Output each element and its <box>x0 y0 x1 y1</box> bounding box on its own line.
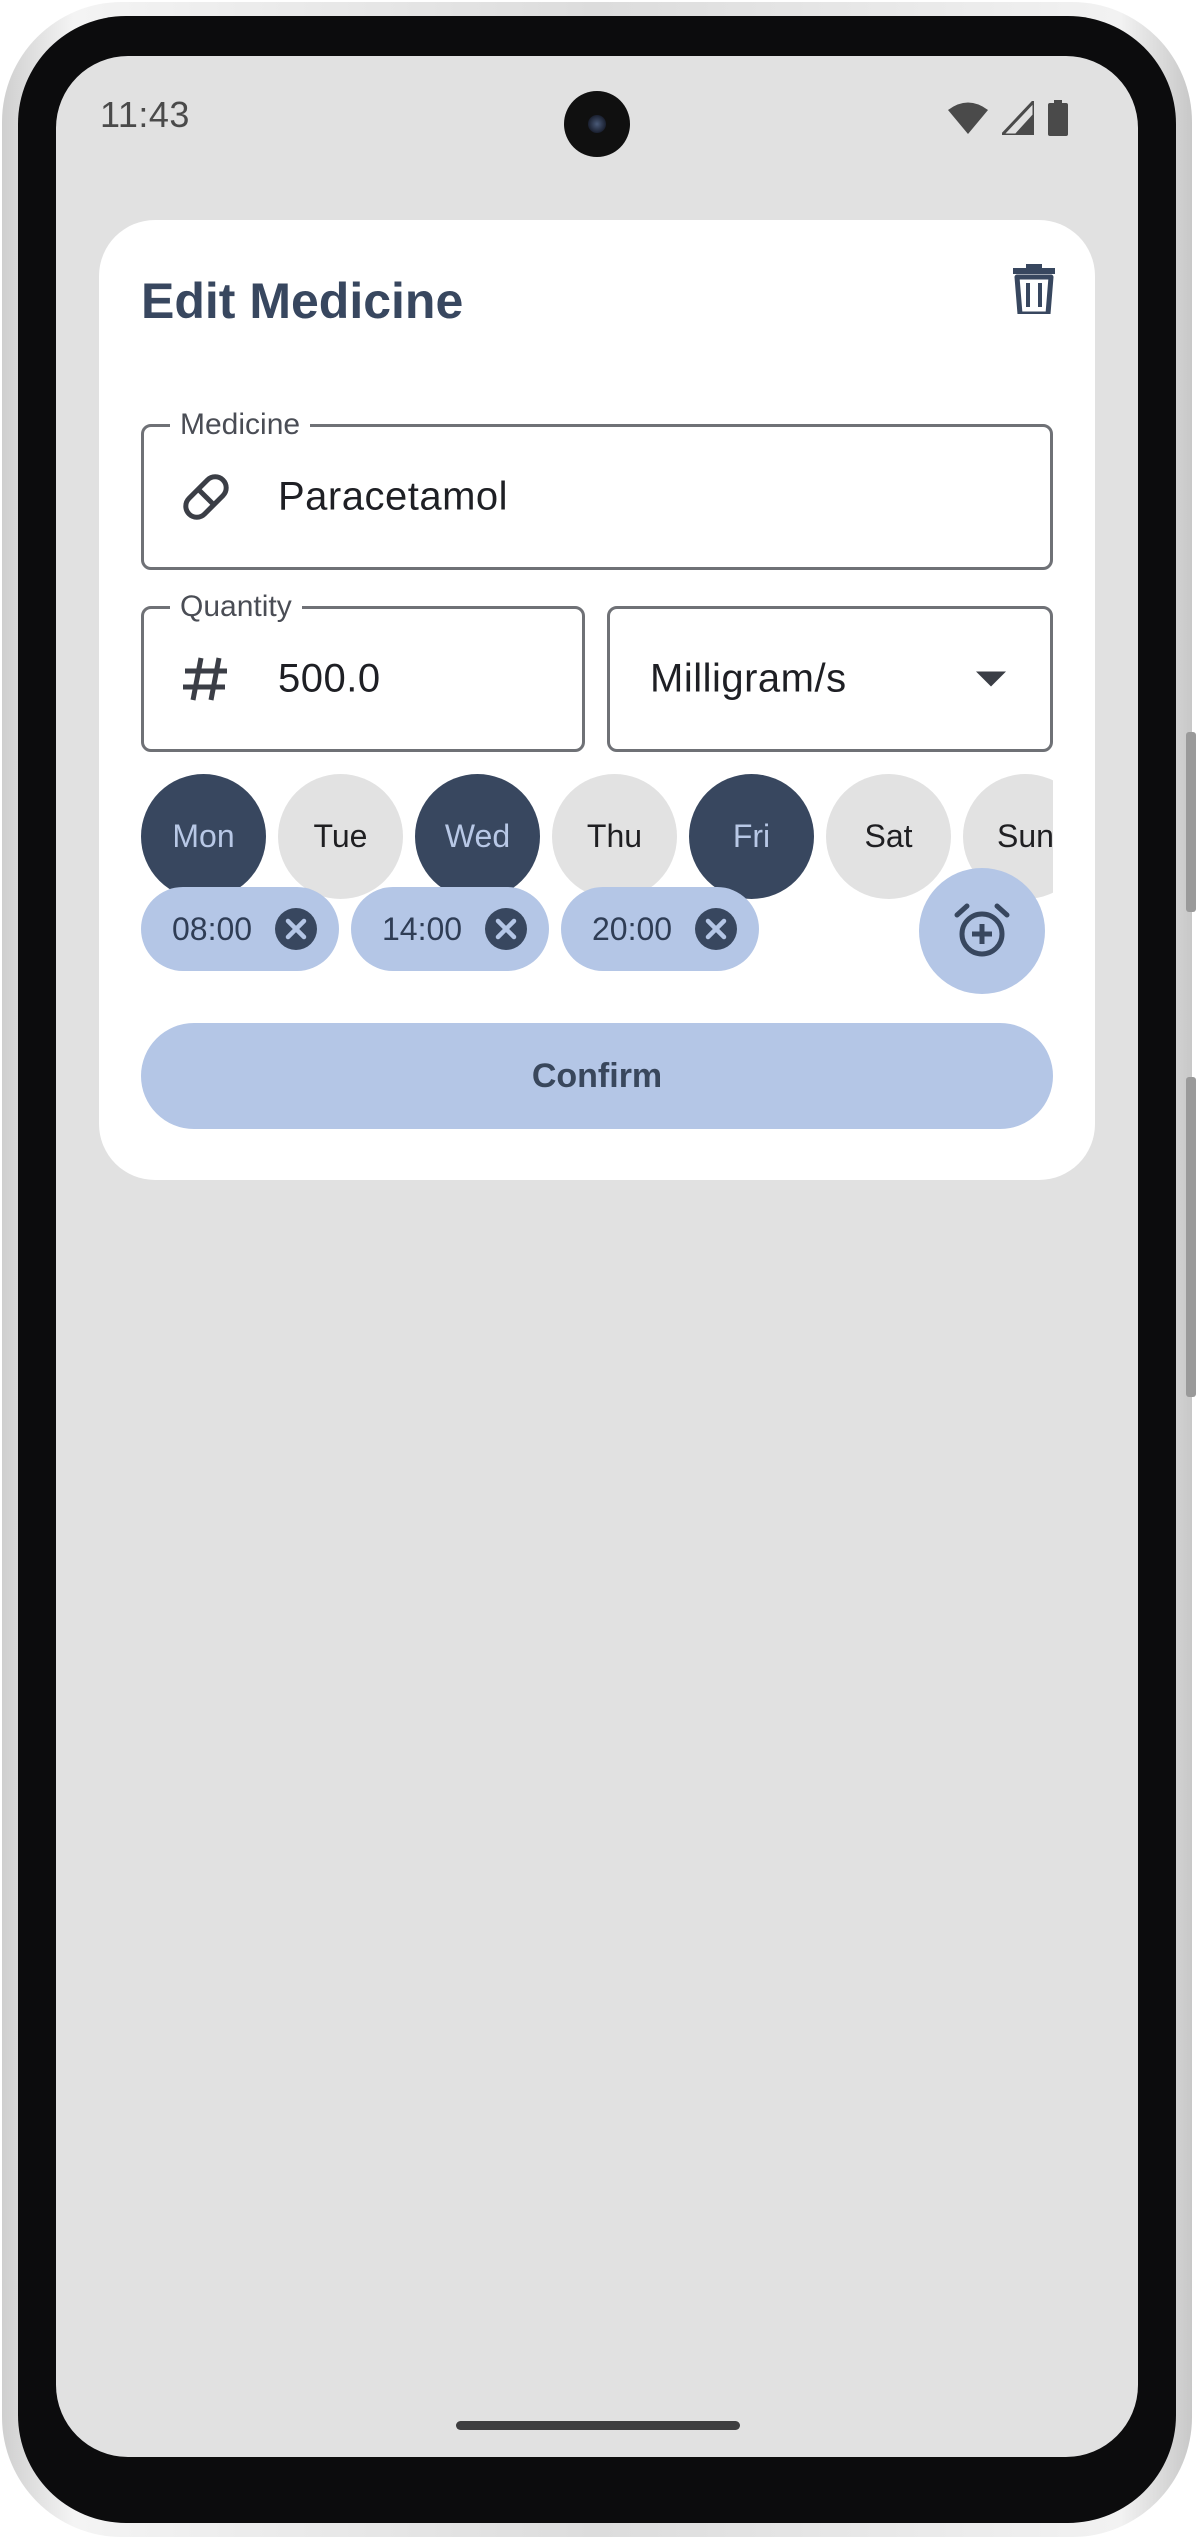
volume-button <box>1186 1077 1196 1397</box>
add-alarm-button[interactable] <box>919 868 1045 994</box>
status-icons <box>948 100 1068 136</box>
front-camera <box>564 91 630 157</box>
battery-icon <box>1048 100 1068 136</box>
remove-time-icon[interactable] <box>275 908 317 950</box>
time-chips: 08:00 14:00 20:00 <box>141 887 759 973</box>
remove-time-icon[interactable] <box>485 908 527 950</box>
time-chip: 14:00 <box>351 887 549 971</box>
quantity-input[interactable]: 500.0 <box>278 657 381 702</box>
pill-icon <box>176 467 236 527</box>
home-indicator[interactable] <box>456 2421 740 2430</box>
hash-icon <box>176 649 236 709</box>
day-chip-tue[interactable]: Tue <box>278 774 403 899</box>
camera-lens <box>588 115 606 133</box>
quantity-field[interactable]: Quantity 500.0 <box>141 589 585 752</box>
day-selector: Mon Tue Wed Thu Fri Sat Sun <box>141 774 1053 902</box>
time-chip-label: 08:00 <box>172 910 253 947</box>
time-chip: 20:00 <box>561 887 759 971</box>
delete-button[interactable] <box>999 254 1069 324</box>
wifi-icon <box>948 102 988 134</box>
day-chip-thu[interactable]: Thu <box>552 774 677 899</box>
power-button <box>1186 732 1196 912</box>
cellular-signal-icon <box>1002 101 1034 135</box>
unit-selected-value: Milligram/s <box>650 656 847 701</box>
alarm-add-icon <box>954 903 1010 957</box>
remove-time-icon[interactable] <box>695 908 737 950</box>
dropdown-arrow-icon <box>976 671 1006 687</box>
time-chip-label: 14:00 <box>382 910 463 947</box>
unit-dropdown[interactable]: Milligram/s <box>607 606 1053 752</box>
quantity-field-label: Quantity <box>170 589 302 625</box>
edit-medicine-dialog: Edit Medicine Medicine Paracetamol Quant… <box>99 220 1095 1180</box>
medicine-field[interactable]: Medicine Paracetamol <box>141 407 1053 570</box>
day-chip-fri[interactable]: Fri <box>689 774 814 899</box>
day-chip-sat[interactable]: Sat <box>826 774 951 899</box>
day-chip-mon[interactable]: Mon <box>141 774 266 899</box>
medicine-input[interactable]: Paracetamol <box>278 475 508 520</box>
confirm-button[interactable]: Confirm <box>141 1023 1053 1129</box>
time-chip-label: 20:00 <box>592 910 673 947</box>
medicine-field-label: Medicine <box>170 407 311 443</box>
status-time: 11:43 <box>100 94 190 135</box>
trash-icon <box>1013 264 1055 314</box>
screen: 11:43 Edit Medicine Medicine Paracetamol… <box>56 56 1138 2457</box>
time-chip: 08:00 <box>141 887 339 971</box>
status-bar: 11:43 <box>56 56 1138 176</box>
day-chip-wed[interactable]: Wed <box>415 774 540 899</box>
dialog-title: Edit Medicine <box>141 273 464 329</box>
